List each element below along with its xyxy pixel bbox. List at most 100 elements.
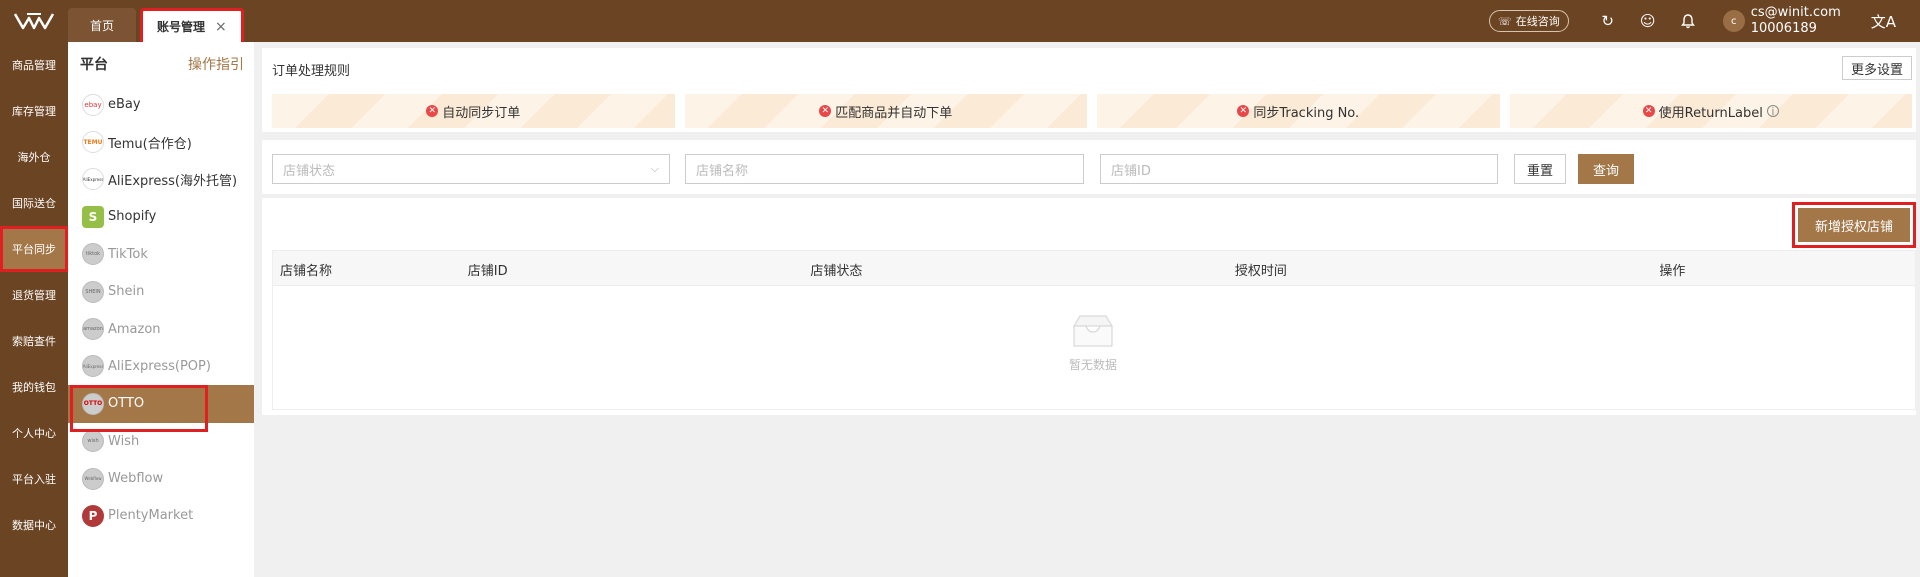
platform-label: AliExpress(POP) (108, 358, 211, 374)
nav-item-inventory[interactable]: 库存管理 (0, 88, 68, 134)
translate-icon[interactable]: 文A (1871, 11, 1896, 32)
nav-item-wallet[interactable]: 我的钱包 (0, 364, 68, 410)
add-shop-label: 新增授权店铺 (1798, 208, 1910, 242)
operation-guide-link[interactable]: 操作指引 (188, 54, 244, 74)
user-email: cs@winit.com (1750, 5, 1841, 20)
empty-text: 暂无数据 (1068, 358, 1117, 372)
column-auth-time: 授权时间 (1234, 263, 1287, 279)
platform-label: Shein (108, 284, 145, 300)
tab-label: 账号管理 (157, 20, 206, 34)
platform-item-plentymarket[interactable]: P PlentyMarket (68, 497, 254, 534)
main-content: 订单处理规则 更多设置 ✕ 自动同步订单 ✕ 匹配商品并自动下单 ✕ 同步Tracki… (262, 48, 1916, 415)
top-right-tools: ☏ 在线咨询 ↻ ☺ c cs@winit.com 10006189 文A (1488, 0, 1920, 42)
rule-label: 匹配商品并自动下单 (835, 105, 953, 121)
platform-item-wish[interactable]: wish Wish (68, 423, 254, 460)
disabled-x-icon: ✕ (819, 105, 832, 117)
nav-item-claims[interactable]: 索赔查件 (0, 318, 68, 364)
platform-item-amazon[interactable]: amazon Amazon (68, 310, 254, 347)
wish-icon: wish (82, 430, 104, 453)
platform-label: PlentyMarket (108, 508, 194, 524)
column-shop-status: 店铺状态 (810, 263, 863, 279)
nav-item-personal-center[interactable]: 个人中心 (0, 410, 68, 456)
rule-return-label: ✕ 使用ReturnLabel i (1509, 94, 1912, 128)
smile-icon[interactable]: ☺ (1631, 0, 1665, 42)
empty-state: 暂无数据 (1063, 312, 1123, 373)
nav-item-overseas-warehouse[interactable]: 海外仓 (0, 134, 68, 180)
platform-item-ebay[interactable]: ebay eBay (68, 86, 254, 123)
disabled-x-icon: ✕ (1642, 105, 1655, 117)
shop-name-input[interactable]: 店铺名称 (685, 154, 1084, 184)
platform-item-temu[interactable]: TEMU Temu(合作仓) (68, 123, 254, 160)
filter-bar: 店铺状态 ⌵ 店铺名称 店铺ID 重置 查询 (262, 140, 1916, 194)
webflow-icon: Webflow (82, 467, 104, 490)
more-settings-button[interactable]: 更多设置 (1841, 56, 1912, 80)
input-placeholder: 店铺名称 (696, 163, 749, 179)
nav-item-platform-sync[interactable]: 平台同步 (0, 226, 68, 272)
platform-label: Wish (108, 433, 140, 449)
bell-icon[interactable] (1671, 0, 1705, 42)
tab-label: 首页 (90, 18, 115, 33)
nav-item-products[interactable]: 商品管理 (0, 42, 68, 88)
disabled-x-icon: ✕ (426, 105, 439, 117)
platform-header: 平台 操作指引 (68, 42, 254, 86)
shop-status-select[interactable]: 店铺状态 ⌵ (272, 154, 670, 184)
platform-item-webflow[interactable]: Webflow Webflow (68, 460, 254, 497)
platform-label: Shopify (108, 209, 157, 225)
platform-label: Temu(合作仓) (108, 136, 192, 152)
left-nav: 商品管理 库存管理 海外仓 国际送仓 平台同步 退货管理 索赔查件 我的钱包 个… (0, 42, 68, 577)
refresh-icon[interactable]: ↻ (1591, 0, 1625, 42)
nav-item-data-center[interactable]: 数据中心 (0, 502, 68, 548)
platform-label: AliExpress(海外托管) (108, 173, 238, 189)
info-icon[interactable]: i (1766, 105, 1779, 118)
aliexpress-icon: AliExpress (82, 355, 104, 378)
platform-item-shein[interactable]: SHEIN Shein (68, 273, 254, 310)
tiktok-icon: tiktok (82, 243, 104, 266)
rule-label: 同步Tracking No. (1253, 105, 1360, 121)
avatar: c (1722, 10, 1745, 32)
user-menu[interactable]: c cs@winit.com 10006189 (1722, 5, 1841, 37)
close-icon[interactable]: × (215, 19, 227, 35)
column-shop-name: 店铺名称 (280, 263, 333, 279)
platform-item-shopify[interactable]: S Shopify (68, 198, 254, 235)
platform-label: Webflow (108, 471, 164, 487)
plentymarket-icon: P (82, 504, 104, 527)
shop-id-input[interactable]: 店铺ID (1100, 154, 1498, 184)
select-placeholder: 店铺状态 (283, 163, 336, 179)
empty-box-icon (1072, 315, 1114, 347)
platform-label: OTTO (108, 396, 145, 412)
rule-label: 自动同步订单 (442, 105, 521, 121)
input-placeholder: 店铺ID (1111, 163, 1151, 179)
shopify-icon: S (82, 205, 104, 228)
order-rules-card: 订单处理规则 更多设置 ✕ 自动同步订单 ✕ 匹配商品并自动下单 ✕ 同步Tracki… (262, 48, 1916, 132)
rule-sync-tracking: ✕ 同步Tracking No. (1097, 94, 1500, 128)
tab-account-management[interactable]: 账号管理 × (140, 8, 244, 42)
winit-logo[interactable] (0, 0, 68, 42)
column-actions: 操作 (1659, 263, 1686, 279)
column-shop-id: 店铺ID (467, 263, 508, 279)
platform-title: 平台 (80, 57, 108, 73)
nav-item-international-delivery[interactable]: 国际送仓 (0, 180, 68, 226)
order-rules-title: 订单处理规则 (272, 64, 351, 79)
rule-auto-sync-orders: ✕ 自动同步订单 (272, 94, 675, 128)
nav-item-returns[interactable]: 退货管理 (0, 272, 68, 318)
online-consult-button[interactable]: ☏ 在线咨询 (1488, 10, 1569, 32)
rule-label: 使用ReturnLabel (1658, 105, 1763, 121)
consult-label: 在线咨询 (1515, 15, 1560, 28)
platform-label: Amazon (108, 321, 161, 337)
platform-item-otto[interactable]: OTTO OTTO (68, 385, 254, 423)
rule-match-and-order: ✕ 匹配商品并自动下单 (684, 94, 1087, 128)
tab-home[interactable]: 首页 (68, 8, 137, 42)
platform-item-aliexpress-hosted[interactable]: AliExpress AliExpress(海外托管) (68, 161, 254, 198)
platform-item-tiktok[interactable]: tiktok TikTok (68, 236, 254, 273)
reset-button[interactable]: 重置 (1514, 154, 1566, 184)
platform-label: TikTok (108, 246, 148, 262)
query-button[interactable]: 查询 (1578, 154, 1634, 184)
rule-list: ✕ 自动同步订单 ✕ 匹配商品并自动下单 ✕ 同步Tracking No. ✕ 使用Re… (272, 94, 1912, 128)
headset-icon: ☏ (1497, 14, 1512, 28)
platform-item-aliexpress-pop[interactable]: AliExpress AliExpress(POP) (68, 348, 254, 385)
nav-item-platform-onboarding[interactable]: 平台入驻 (0, 456, 68, 502)
page-tabs: 首页 账号管理 × (68, 8, 248, 42)
add-authorized-shop-button[interactable]: 新增授权店铺 (1792, 202, 1916, 248)
shein-icon: SHEIN (82, 280, 104, 303)
user-id: 10006189 (1750, 21, 1817, 36)
